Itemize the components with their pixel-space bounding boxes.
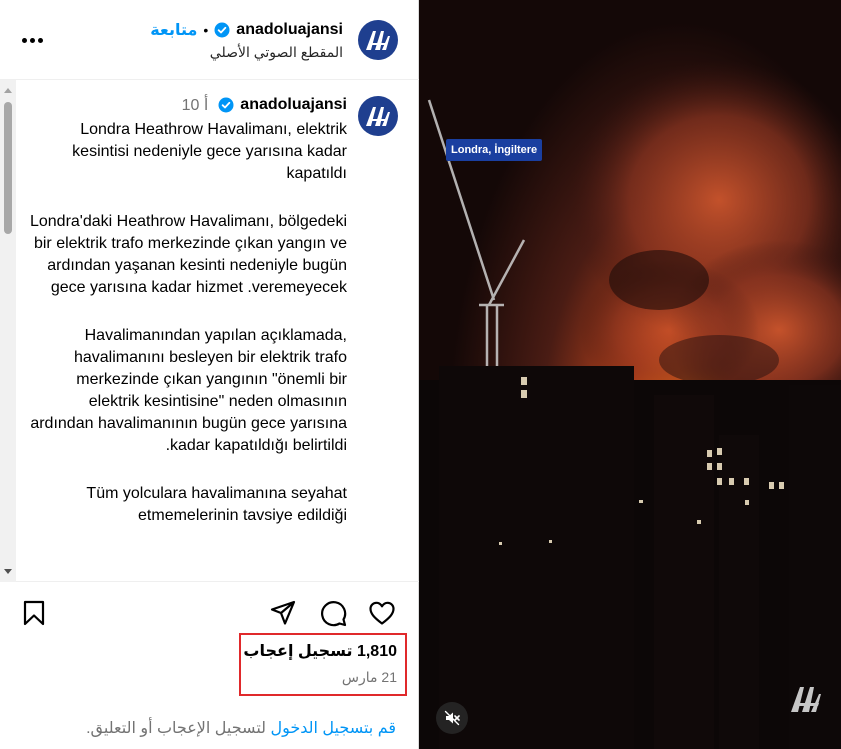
post-details-panel: متابعة • anadoluajansi المقطع الصوتي الأ…	[0, 0, 419, 749]
fire-scene-video-frame	[419, 0, 841, 749]
likes-count[interactable]: 1,810 تسجيل إعجاب	[243, 641, 397, 661]
post-author-row: 10 أ anadoluajansi	[182, 95, 347, 115]
verified-icon	[218, 97, 234, 113]
bookmark-icon	[23, 600, 45, 626]
action-bar	[0, 583, 419, 633]
follow-button[interactable]: متابعة	[150, 20, 197, 40]
bookmark-button[interactable]	[20, 599, 48, 627]
original-audio-link[interactable]: المقطع الصوتي الأصلي	[210, 44, 343, 61]
aa-logo-icon	[791, 687, 821, 712]
post-header: متابعة • anadoluajansi المقطع الصوتي الأ…	[0, 0, 419, 80]
scroll-up-arrow-icon[interactable]	[4, 88, 12, 93]
caption-paragraph: Londra'daki Heathrow Havalimanı, bölgede…	[29, 213, 347, 296]
caption-scrollbar[interactable]	[0, 80, 16, 582]
aa-logo-icon	[366, 31, 390, 50]
caption-scroll-area[interactable]: 10 أ anadoluajansi Londra Heathrow Haval…	[0, 80, 419, 582]
post-username-link[interactable]: anadoluajansi	[240, 96, 347, 114]
more-options-button[interactable]	[22, 34, 48, 46]
post-date[interactable]: 21 مارس	[342, 669, 397, 686]
comment-button[interactable]	[319, 599, 347, 627]
caption-paragraph: Londra Heathrow Havalimanı, elektrik kes…	[72, 121, 347, 182]
header-username-link[interactable]: anadoluajansi	[236, 21, 343, 39]
like-button[interactable]	[368, 599, 396, 627]
login-link[interactable]: قم بتسجيل الدخول	[270, 720, 396, 737]
video-player[interactable]: Londra, İngiltere	[419, 0, 841, 749]
caption-paragraph: Havalimanından yapılan açıklamada, haval…	[30, 327, 347, 454]
login-prompt: قم بتسجيل الدخول لتسجيل الإعجاب أو التعل…	[86, 718, 396, 738]
post-time[interactable]: 10 أ	[182, 95, 209, 115]
header-avatar[interactable]	[358, 20, 398, 60]
heart-icon	[369, 601, 395, 625]
aa-watermark-logo	[789, 684, 823, 714]
aa-logo-icon	[366, 107, 390, 126]
more-icon	[22, 37, 27, 43]
location-tag: Londra, İngiltere	[446, 139, 543, 161]
mute-toggle-button[interactable]	[436, 702, 468, 734]
post-caption: Londra Heathrow Havalimanı, elektrik kes…	[27, 119, 347, 553]
verified-icon	[214, 22, 230, 38]
share-icon	[270, 600, 296, 625]
comment-icon	[321, 601, 347, 627]
separator-dot: •	[203, 22, 209, 38]
login-prompt-text: لتسجيل الإعجاب أو التعليق.	[86, 720, 271, 737]
scroll-down-arrow-icon[interactable]	[4, 569, 12, 574]
mute-icon	[444, 710, 460, 726]
post-avatar[interactable]	[358, 96, 398, 136]
likes-highlight-box: 1,810 تسجيل إعجاب 21 مارس	[239, 633, 407, 696]
caption-paragraph: Tüm yolculara havalimanına seyahat etmem…	[86, 485, 347, 524]
scrollbar-thumb[interactable]	[4, 102, 12, 234]
header-account-row: متابعة • anadoluajansi	[150, 19, 343, 41]
share-button[interactable]	[269, 599, 297, 627]
